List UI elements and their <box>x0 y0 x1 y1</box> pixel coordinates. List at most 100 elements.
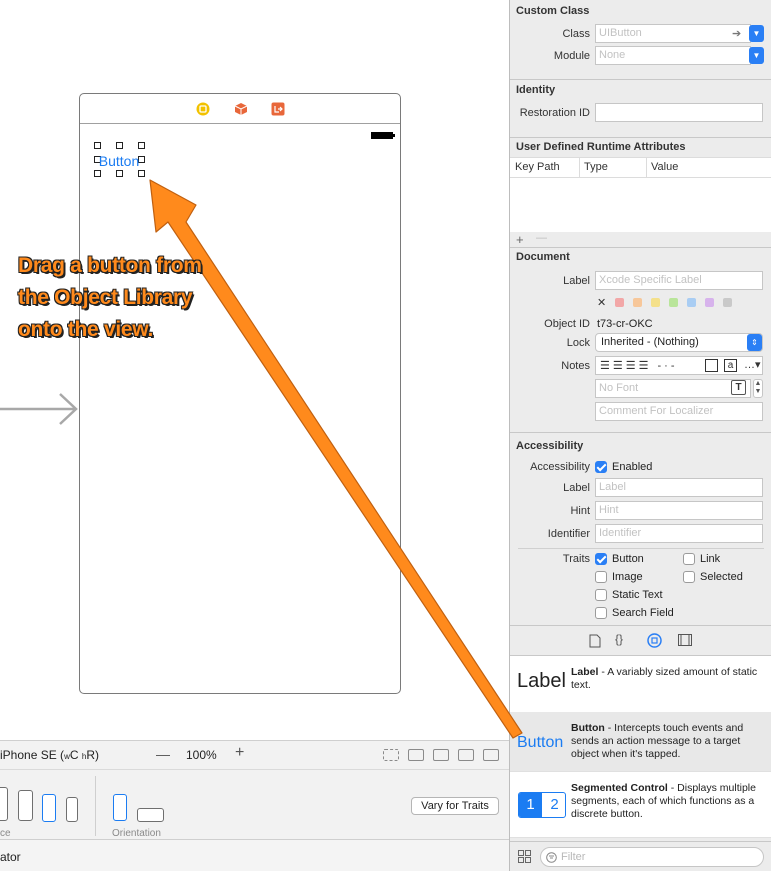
device-iphone-plus-icon[interactable] <box>18 790 33 821</box>
font-a-icon[interactable]: a <box>724 359 737 372</box>
font-field[interactable]: No Font <box>595 379 751 398</box>
resize-handle-bottom-right[interactable] <box>138 170 145 177</box>
lock-popup[interactable]: Inherited - (Nothing) <box>595 333 763 352</box>
label-color-swatch[interactable] <box>633 298 642 307</box>
orientation-portrait-icon[interactable] <box>113 794 127 821</box>
zoom-in-button[interactable]: + <box>235 744 244 762</box>
library-item-segmented-control[interactable]: 1 2 Segmented Control - Displays multipl… <box>510 772 771 838</box>
alignment-icons[interactable]: ☰☰☰☰ -·- <box>600 359 678 372</box>
canvas-bottom-bar: iPhone SE (wC hR) — 100% + <box>0 740 509 769</box>
selected-button[interactable]: Button <box>94 142 145 177</box>
vary-for-traits-button[interactable]: Vary for Traits <box>411 797 499 815</box>
label-color-swatch[interactable] <box>615 298 624 307</box>
library-item-button[interactable]: Button Button - Intercepts touch events … <box>510 712 771 772</box>
resize-handle-bottom[interactable] <box>116 170 123 177</box>
button-preview-icon: Button <box>517 734 564 751</box>
device-iphone-se-icon[interactable] <box>42 794 56 822</box>
media-library-icon[interactable] <box>678 634 692 646</box>
resolve-layout-icon[interactable] <box>483 749 499 761</box>
library-filter-input[interactable]: Filter <box>540 847 764 867</box>
battery-icon <box>371 132 395 139</box>
embed-in-stack-icon[interactable] <box>408 749 424 761</box>
document-label-field[interactable]: Xcode Specific Label <box>595 271 763 290</box>
column-value[interactable]: Value <box>651 161 678 173</box>
device-iphone-4s-icon[interactable] <box>66 797 78 822</box>
class-dropdown-chevron-icon[interactable]: ▼ <box>749 25 764 42</box>
hint-field[interactable]: Hint <box>595 501 763 520</box>
column-key-path[interactable]: Key Path <box>515 161 560 173</box>
class-field[interactable]: UIButton <box>595 24 751 43</box>
orientation-landscape-icon[interactable] <box>137 808 164 822</box>
section-title: Document <box>516 251 570 263</box>
accessibility-enabled-checkbox[interactable] <box>595 461 607 473</box>
label-color-swatch[interactable] <box>651 298 660 307</box>
label-color-swatch[interactable] <box>723 298 732 307</box>
trait-link-checkbox[interactable] <box>683 553 695 565</box>
trait-search-field-label: Search Field <box>612 607 674 619</box>
lock-popup-chevron-icon[interactable]: ⇕ <box>747 334 762 351</box>
library-item-label[interactable]: Label Label - A variably sized amount of… <box>510 656 771 718</box>
update-frames-icon[interactable] <box>383 749 399 761</box>
exit-icon[interactable] <box>271 102 285 116</box>
code-snippet-library-icon[interactable]: {} <box>615 632 623 646</box>
view-controller-scene[interactable]: Button <box>79 93 401 694</box>
trait-button-checkbox[interactable] <box>595 553 607 565</box>
resize-handle-top-right[interactable] <box>138 142 145 149</box>
identity-section: Identity Restoration ID <box>510 80 771 138</box>
remove-attribute-button[interactable]: — <box>536 232 547 244</box>
label-color-swatch[interactable] <box>705 298 714 307</box>
identifier-field[interactable]: Identifier <box>595 524 763 543</box>
device-bar-divider <box>95 776 96 836</box>
storyboard-canvas[interactable]: Button <box>0 0 509 740</box>
section-title: User Defined Runtime Attributes <box>516 141 686 153</box>
accessibility-label-field[interactable]: Label <box>595 478 763 497</box>
runtime-attributes-table-header: Key Path Type Value <box>510 157 771 178</box>
add-constraints-icon[interactable] <box>458 749 474 761</box>
zoom-level: 100% <box>186 748 217 762</box>
column-divider <box>646 158 647 178</box>
resize-handle-top[interactable] <box>116 142 123 149</box>
trait-search-field-checkbox[interactable] <box>595 607 607 619</box>
trait-selected-checkbox[interactable] <box>683 571 695 583</box>
traits-label: Traits <box>562 553 590 565</box>
label-color-swatch[interactable] <box>687 298 696 307</box>
object-library-icon[interactable] <box>647 633 662 648</box>
device-ipad-icon[interactable] <box>0 787 8 821</box>
library-filter-bar: Filter <box>510 841 771 871</box>
resize-handle-top-left[interactable] <box>94 142 101 149</box>
add-attribute-button[interactable]: + <box>516 232 524 247</box>
orientation-label: Orientation <box>112 828 161 839</box>
device-size-class-button[interactable]: iPhone SE (wC hR) <box>0 748 99 762</box>
trait-static-text-checkbox[interactable] <box>595 589 607 601</box>
annotation-text: Drag a button from the Object Library on… <box>18 254 202 341</box>
file-template-library-icon[interactable] <box>589 634 601 648</box>
view-controller-icon[interactable] <box>196 102 210 116</box>
status-bar: ator <box>0 839 509 871</box>
module-dropdown-chevron-icon[interactable]: ▼ <box>749 47 764 64</box>
grid-view-icon[interactable] <box>518 850 531 863</box>
object-id-value: t73-cr-OKC <box>597 318 653 330</box>
module-field[interactable]: None <box>595 46 751 65</box>
trait-button-label: Button <box>612 553 644 565</box>
zoom-out-button[interactable]: — <box>156 746 170 762</box>
font-size-stepper[interactable]: ▲ ▼ <box>753 379 763 398</box>
clear-color-icon[interactable]: ✕ <box>597 296 606 309</box>
section-title: Accessibility <box>516 440 584 452</box>
notes-toolbar[interactable]: ☰☰☰☰ -·- a …▾ <box>595 356 763 375</box>
trait-image-checkbox[interactable] <box>595 571 607 583</box>
runtime-attributes-table[interactable] <box>510 178 771 232</box>
comment-for-localizer-field[interactable]: Comment For Localizer <box>595 402 763 421</box>
restoration-id-field[interactable] <box>595 103 763 122</box>
go-to-class-icon[interactable]: ➔ <box>732 27 741 40</box>
lock-label: Lock <box>566 337 590 349</box>
column-type[interactable]: Type <box>584 161 608 173</box>
resize-handle-bottom-left[interactable] <box>94 170 101 177</box>
more-options-icon[interactable]: …▾ <box>744 358 761 371</box>
align-icon[interactable] <box>433 749 449 761</box>
trait-selected-label: Selected <box>700 571 743 583</box>
font-picker-icon[interactable]: T <box>731 380 746 395</box>
color-well-icon[interactable] <box>705 359 718 372</box>
document-label-label: Label <box>563 275 590 287</box>
label-color-swatch[interactable] <box>669 298 678 307</box>
first-responder-icon[interactable] <box>234 102 248 116</box>
